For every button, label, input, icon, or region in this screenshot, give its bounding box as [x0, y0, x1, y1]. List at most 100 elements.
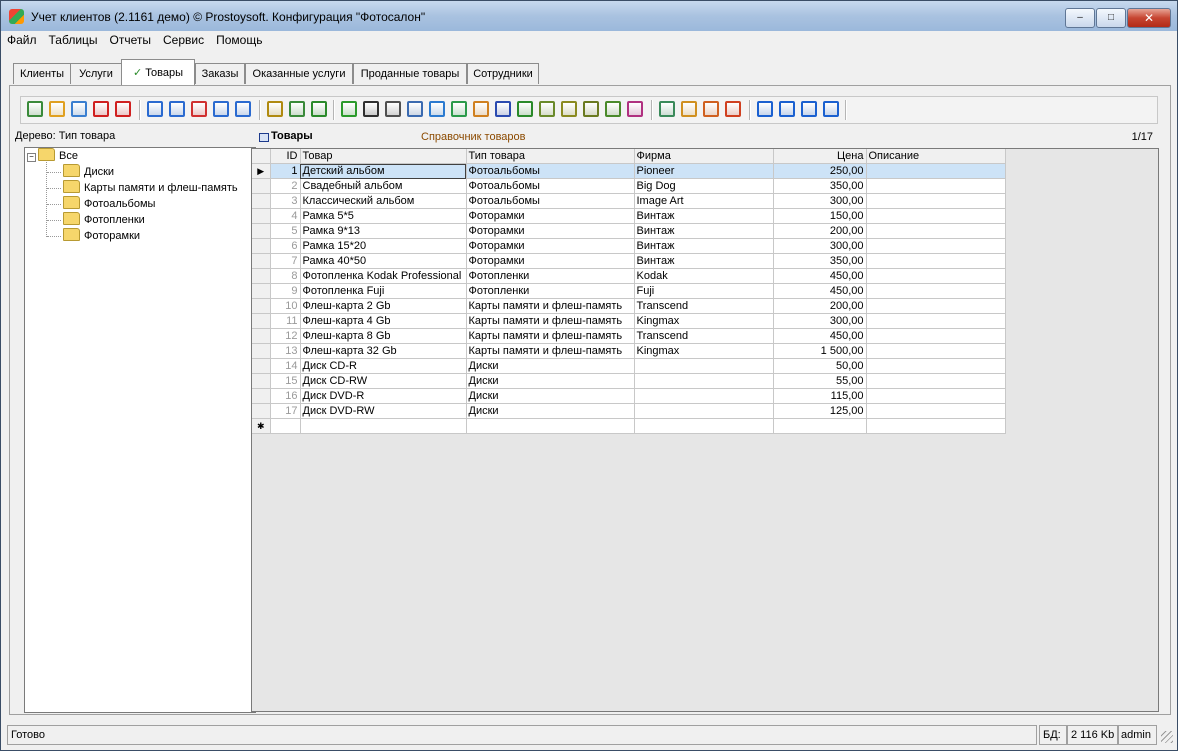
cell-price[interactable]: 115,00 [773, 388, 867, 404]
cell-product[interactable]: Рамка 5*5 [300, 208, 467, 224]
new-row-cell[interactable] [866, 418, 1006, 434]
cell-type[interactable]: Фотопленки [466, 268, 635, 284]
filter-tree-icon[interactable] [267, 101, 283, 117]
column-header-product[interactable]: Товар [300, 149, 467, 164]
row-indicator[interactable] [252, 193, 271, 209]
cell-type[interactable]: Фоторамки [466, 238, 635, 254]
table-row[interactable]: 15 Диск CD-RW Диски 55,00 [252, 373, 1006, 389]
cell-firm[interactable]: Kingmax [634, 313, 774, 329]
cell-description[interactable] [866, 268, 1006, 284]
cell-id[interactable]: 10 [270, 298, 301, 314]
cell-product[interactable]: Детский альбом [300, 163, 467, 179]
cell-type[interactable]: Фоторамки [466, 208, 635, 224]
cell-type[interactable]: Диски [466, 403, 635, 419]
delete-record-icon[interactable] [93, 101, 109, 117]
export-word-icon[interactable] [495, 101, 511, 117]
report-edit-icon[interactable] [681, 101, 697, 117]
cell-price[interactable]: 125,00 [773, 403, 867, 419]
tree-node-all[interactable]: − Все [27, 148, 78, 164]
cell-type[interactable]: Карты памяти и флеш-память [466, 328, 635, 344]
copy-record-icon[interactable] [71, 101, 87, 117]
cell-firm[interactable]: Image Art [634, 193, 774, 209]
row-indicator[interactable] [252, 178, 271, 194]
filter-add-icon[interactable] [169, 101, 185, 117]
cell-price[interactable]: 300,00 [773, 193, 867, 209]
category-tree[interactable]: − Все Диски Карты памяти и флеш-память Фо… [24, 147, 256, 713]
tree-node-disks[interactable]: Диски [63, 164, 114, 180]
row-indicator[interactable] [252, 358, 271, 374]
row-indicator[interactable] [252, 328, 271, 344]
column-header-price[interactable]: Цена [773, 149, 867, 164]
cell-id[interactable]: 11 [270, 313, 301, 329]
cell-id[interactable]: 7 [270, 253, 301, 269]
cell-product[interactable]: Фотопленка Fuji [300, 283, 467, 299]
column-header-type[interactable]: Тип товара [466, 149, 635, 164]
cell-product[interactable]: Флеш-карта 4 Gb [300, 313, 467, 329]
cell-price[interactable]: 55,00 [773, 373, 867, 389]
cell-firm[interactable]: Transcend [634, 298, 774, 314]
cell-type[interactable]: Карты памяти и флеш-память [466, 298, 635, 314]
cell-description[interactable] [866, 388, 1006, 404]
tree-node-photo-frames[interactable]: Фоторамки [63, 228, 140, 244]
export-html-icon[interactable] [473, 101, 489, 117]
cell-description[interactable] [866, 163, 1006, 179]
cell-id[interactable]: 2 [270, 178, 301, 194]
column-header-firm[interactable]: Фирма [634, 149, 774, 164]
sql-query-icon[interactable] [311, 101, 327, 117]
table-row[interactable]: 4 Рамка 5*5 Фоторамки Винтаж 150,00 [252, 208, 1006, 224]
cell-product[interactable]: Диск CD-RW [300, 373, 467, 389]
cell-product[interactable]: Свадебный альбом [300, 178, 467, 194]
table-row[interactable]: 7 Рамка 40*50 Фоторамки Винтаж 350,00 [252, 253, 1006, 269]
table-row[interactable]: 9 Фотопленка Fuji Фотопленки Fuji 450,00 [252, 283, 1006, 299]
cell-description[interactable] [866, 193, 1006, 209]
prev-record-icon[interactable] [779, 101, 795, 117]
cell-type[interactable]: Карты памяти и флеш-память [466, 343, 635, 359]
cell-type[interactable]: Фотоальбомы [466, 163, 635, 179]
cell-description[interactable] [866, 238, 1006, 254]
cell-price[interactable]: 50,00 [773, 358, 867, 374]
cell-description[interactable] [866, 358, 1006, 374]
cell-firm[interactable]: Винтаж [634, 253, 774, 269]
tab-clients[interactable]: Клиенты [13, 63, 71, 84]
table-row[interactable]: 16 Диск DVD-R Диски 115,00 [252, 388, 1006, 404]
row-indicator[interactable] [252, 208, 271, 224]
row-indicator[interactable] [252, 268, 271, 284]
cell-description[interactable] [866, 283, 1006, 299]
export-csv-icon[interactable] [583, 101, 599, 117]
new-row-cell[interactable] [773, 418, 867, 434]
cell-firm[interactable]: Винтаж [634, 223, 774, 239]
cell-product[interactable]: Флеш-карта 2 Gb [300, 298, 467, 314]
find-binoculars-icon[interactable] [363, 101, 379, 117]
cell-id[interactable]: 9 [270, 283, 301, 299]
cell-type[interactable]: Фотоальбомы [466, 193, 635, 209]
table-row[interactable]: 8 Фотопленка Kodak Professional Фотопленки… [252, 268, 1006, 284]
row-indicator[interactable] [252, 403, 271, 419]
delete-all-icon[interactable] [115, 101, 131, 117]
cell-id[interactable]: 14 [270, 358, 301, 374]
print-icon[interactable] [385, 101, 401, 117]
tab-services[interactable]: Услуги [70, 63, 122, 84]
cell-id[interactable]: 1 [270, 163, 301, 179]
tree-node-photo-films[interactable]: Фотопленки [63, 212, 145, 228]
cell-type[interactable]: Фоторамки [466, 223, 635, 239]
cell-price[interactable]: 200,00 [773, 223, 867, 239]
cell-id[interactable]: 15 [270, 373, 301, 389]
column-header-description[interactable]: Описание [866, 149, 1006, 164]
cell-firm[interactable] [634, 373, 774, 389]
row-indicator[interactable] [252, 298, 271, 314]
row-indicator[interactable] [252, 313, 271, 329]
cell-price[interactable]: 300,00 [773, 238, 867, 254]
cell-id[interactable]: 6 [270, 238, 301, 254]
app-icon[interactable] [9, 9, 24, 24]
export-xml-icon[interactable] [561, 101, 577, 117]
row-indicator[interactable] [252, 343, 271, 359]
cell-description[interactable] [866, 178, 1006, 194]
table-row[interactable]: 12 Флеш-карта 8 Gb Карты памяти и флеш-пам… [252, 328, 1006, 344]
cell-price[interactable]: 300,00 [773, 313, 867, 329]
add-record-icon[interactable] [27, 101, 43, 117]
goods-table[interactable]: ID Товар Тип товара Фирма Цена Описание … [252, 149, 1006, 434]
row-indicator[interactable] [252, 283, 271, 299]
cell-description[interactable] [866, 328, 1006, 344]
close-button[interactable]: ✕ [1127, 8, 1171, 28]
row-indicator[interactable] [252, 253, 271, 269]
